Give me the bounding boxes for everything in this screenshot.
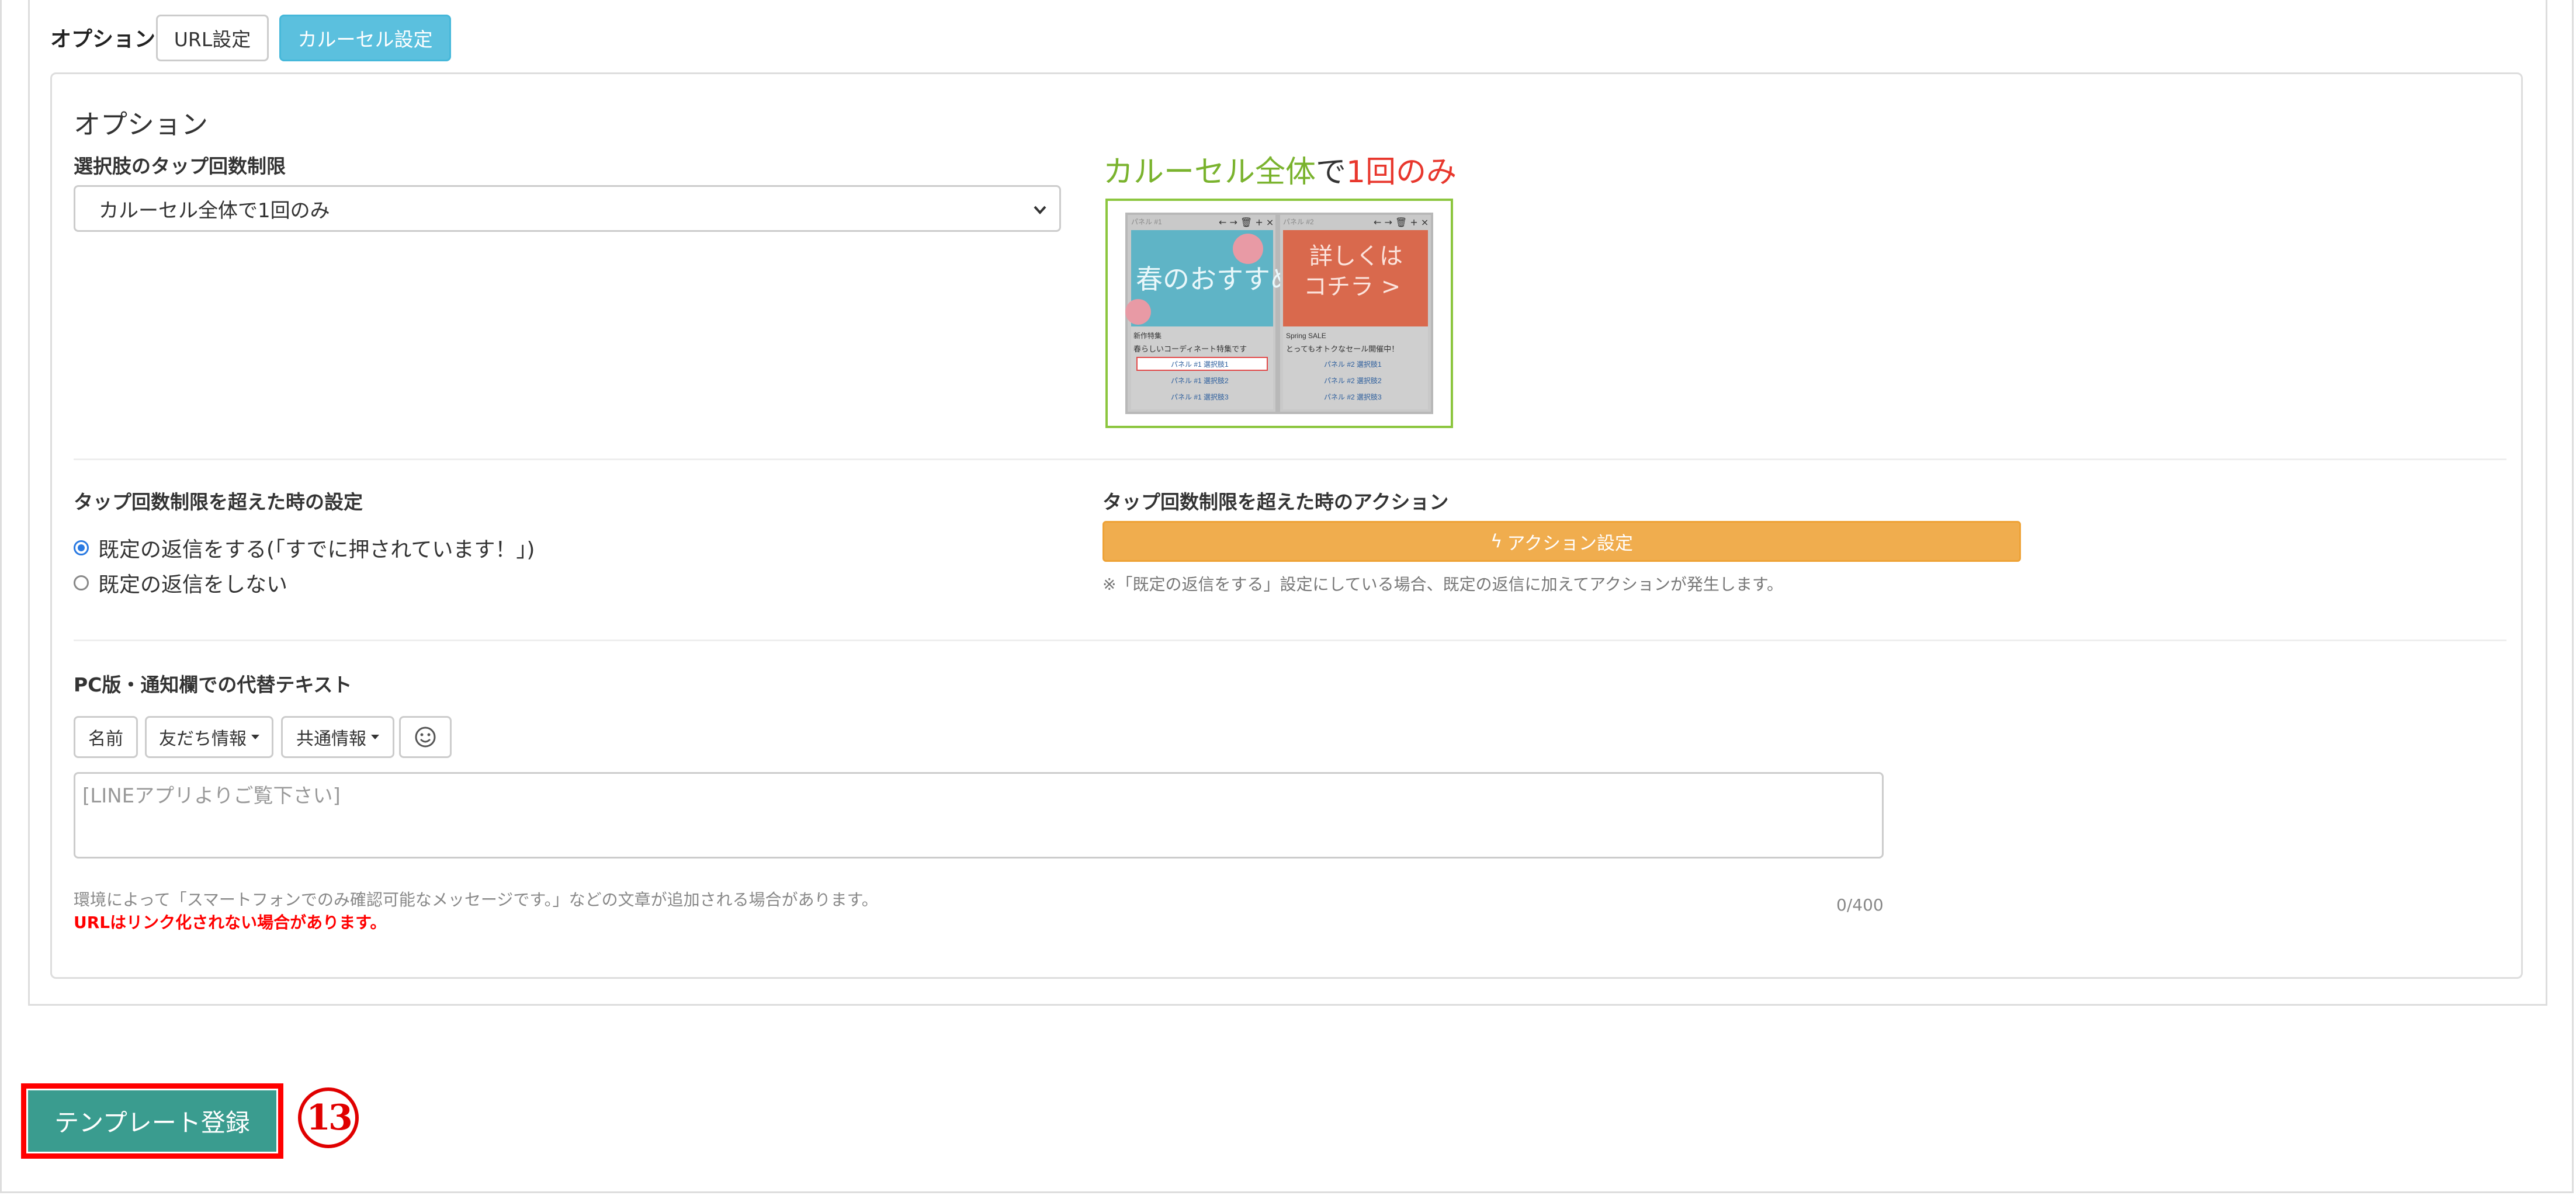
panel2-choice-3: パネル #2 選択肢3 <box>1324 392 1382 401</box>
panel1-header: パネル #1 <box>1131 218 1162 226</box>
section-divider <box>74 458 2506 460</box>
preview-caption-main: カルーセル全体 <box>1103 155 1316 190</box>
tap-limit-selected-value: カルーセル全体で1回のみ <box>99 199 330 223</box>
panel1-choice-1: パネル #1 選択肢1 <box>1171 360 1229 369</box>
preview-caption: カルーセル全体で1回のみ <box>1103 147 1457 191</box>
alt-text-input[interactable]: [LINEアプリよりご覧下さい] <box>74 772 1884 859</box>
tap-limit-select[interactable]: カルーセル全体で1回のみ <box>74 185 1061 232</box>
carousel-preview-illustration: パネル #1 ← → 🗑 + × 春のおすすめ 新作特集 春らしいコーディネート… <box>1125 213 1433 414</box>
panel1-choice-2: パネル #1 選択肢2 <box>1171 376 1229 385</box>
carousel-preview-image: パネル #1 ← → 🗑 + × 春のおすすめ 新作特集 春らしいコーディネート… <box>1105 199 1453 428</box>
chevron-down-icon <box>1034 206 1046 214</box>
exceed-setting-label: タップ回数制限を超えた時の設定 <box>74 491 363 513</box>
emoji-icon <box>415 727 436 748</box>
flower-icon <box>1233 234 1263 264</box>
action-note: ※「既定の返信をする」設定にしている場合、既定の返信に加えてアクションが発生しま… <box>1102 575 1784 594</box>
option-tabs-label: オプション <box>50 27 156 51</box>
panel2-header: パネル #2 <box>1283 218 1314 226</box>
action-settings-label: アクション設定 <box>1507 533 1633 554</box>
caret-down-icon <box>371 735 379 739</box>
panel2-choice-1: パネル #2 選択肢1 <box>1324 360 1382 369</box>
svg-text:← → 🗑 + ×: ← → 🗑 + × <box>1219 217 1274 228</box>
insert-name-button[interactable]: 名前 <box>74 716 138 758</box>
exceed-action-label: タップ回数制限を超えた時のアクション <box>1102 491 1449 513</box>
alt-text-hint: 環境によって「スマートフォンでのみ確認可能なメッセージです。」などの文章が追加さ… <box>74 890 878 909</box>
panel1-image-text: 春のおすすめ <box>1136 263 1297 295</box>
register-template-button[interactable]: テンプレート登録 <box>28 1090 276 1152</box>
radio-unchecked-icon[interactable] <box>74 575 89 590</box>
step-13-marker: 13 <box>298 1087 359 1148</box>
panel1-choice-3: パネル #1 選択肢3 <box>1171 392 1229 401</box>
common-info-label: 共通情報 <box>296 729 366 749</box>
tab-url-settings[interactable]: URL設定 <box>156 15 269 61</box>
char-counter: 0/400 <box>1836 895 1884 915</box>
preview-caption-emphasis: 1回のみ <box>1346 155 1457 190</box>
emoji-button[interactable] <box>399 716 452 758</box>
alt-text-label: PC版・通知欄での代替テキスト <box>74 673 352 696</box>
section-divider <box>74 640 2506 641</box>
panel2-desc: とってもオトクなセール開催中！ <box>1286 345 1399 353</box>
radio-default-reply[interactable]: 既定の返信をする(「すでに押されています！」) <box>74 533 535 563</box>
panel1-title: 新作特集 <box>1133 331 1162 340</box>
panel2-title: Spring SALE <box>1286 332 1326 340</box>
panel2-image-text-1: 詳しくは <box>1309 243 1403 270</box>
panel2-choice-2: パネル #2 選択肢2 <box>1324 376 1382 385</box>
svg-text:← → 🗑 + ×: ← → 🗑 + × <box>1374 217 1429 228</box>
radio-checked-icon[interactable] <box>74 540 89 555</box>
action-settings-button[interactable]: ϟ アクション設定 <box>1102 521 2021 562</box>
tab-carousel-settings[interactable]: カルーセル設定 <box>279 15 451 61</box>
panel1-desc: 春らしいコーディネート特集です <box>1133 345 1247 353</box>
url-warning: URLはリンク化されない場合があります。 <box>74 913 387 932</box>
radio-default-reply-label: 既定の返信をする(「すでに押されています！」) <box>98 538 535 562</box>
preview-caption-particle: で <box>1316 155 1347 190</box>
caret-down-icon <box>251 735 259 739</box>
bolt-icon: ϟ <box>1490 531 1503 552</box>
options-title: オプション <box>74 109 208 140</box>
friend-info-label: 友だち情報 <box>159 729 247 749</box>
friend-info-dropdown[interactable]: 友だち情報 <box>145 716 273 758</box>
radio-no-reply[interactable]: 既定の返信をしない <box>74 568 287 598</box>
radio-no-reply-label: 既定の返信をしない <box>98 573 288 597</box>
common-info-dropdown[interactable]: 共通情報 <box>281 716 394 758</box>
tap-limit-label: 選択肢のタップ回数制限 <box>74 155 286 178</box>
panel2-image-text-2: コチラ > <box>1303 273 1400 300</box>
